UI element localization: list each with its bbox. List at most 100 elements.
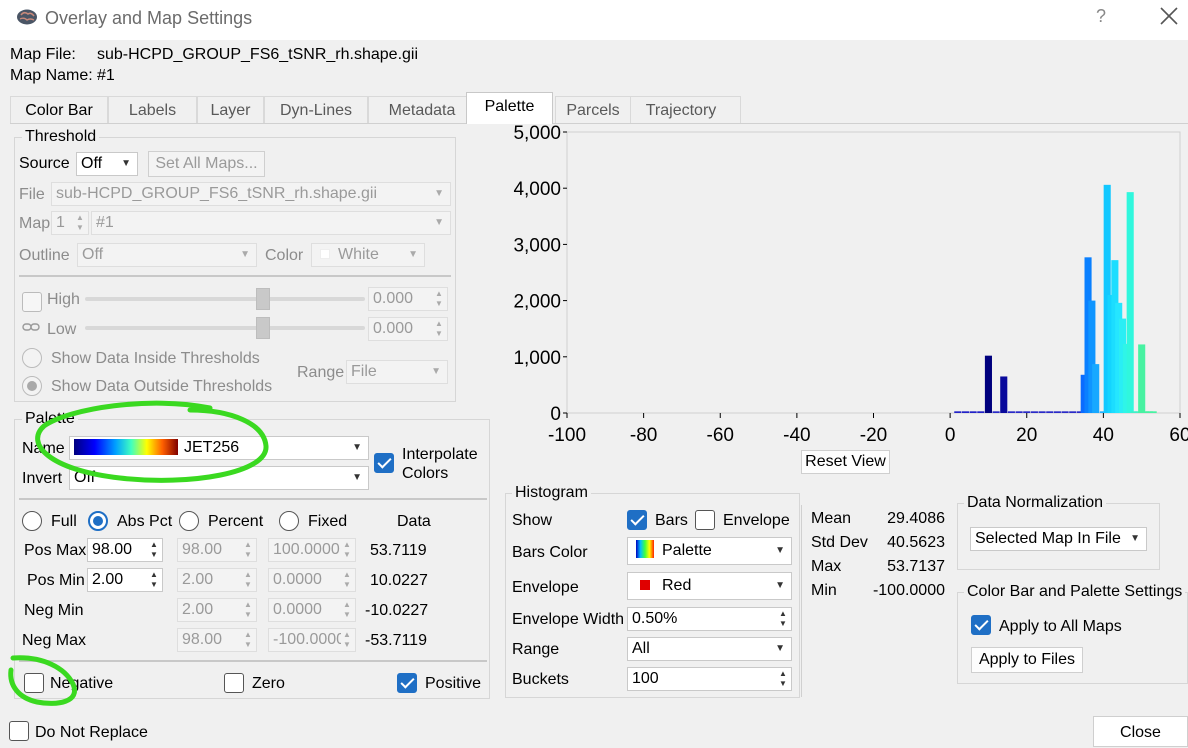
map-name-value: #1 (97, 67, 115, 84)
y-tick-label: 3,000 (513, 235, 561, 256)
tab-color-bar[interactable]: Color Bar (10, 96, 108, 124)
envelope-color-select[interactable]: Red ▼ (627, 572, 792, 600)
jet-colormap-swatch-icon (74, 439, 178, 455)
high-value-spinner[interactable]: 0.000 ▲ ▼ (368, 287, 448, 311)
map-file-label: Map File: (10, 46, 76, 63)
threshold-range-select[interactable]: File ▼ (346, 360, 448, 384)
map-select[interactable]: #1 ▼ (91, 211, 451, 235)
tab-trajectory[interactable]: Trajectory (621, 96, 741, 124)
histogram-bar (961, 411, 969, 413)
data-column-header: Data (397, 513, 431, 530)
palette-separator-top (19, 498, 487, 500)
pos-max-fixed-spinner[interactable]: 100.0000 ▲ ▼ (268, 538, 356, 562)
close-button[interactable]: Close (1093, 716, 1188, 747)
x-tick-label: -60 (707, 425, 734, 446)
histogram-title: Histogram (512, 484, 591, 502)
pos-max-pct-spinner[interactable]: 98.00 ▲ ▼ (177, 538, 257, 562)
positive-label: Positive (425, 675, 482, 692)
histogram-chart[interactable]: 5,000 4,000 3,000 2,000 1,000 0 -100 -80 -60 -40… (500, 124, 1188, 474)
help-button[interactable]: ? (1090, 6, 1112, 27)
show-inside-radio[interactable] (22, 348, 42, 368)
map-file-value: sub-HCPD_GROUP_FS6_tSNR_rh.shape.gii (97, 46, 419, 63)
y-axis: 5,000 4,000 3,000 2,000 1,000 0 (513, 124, 567, 425)
map-label: Map (19, 215, 51, 232)
mode-abs-pct-radio[interactable] (88, 511, 108, 531)
map-index-spinner[interactable]: 1 ▲ ▼ (51, 211, 89, 235)
histogram-bar (984, 355, 992, 413)
neg-min-fixed-spinner[interactable]: 0.0000 ▲ ▼ (268, 598, 356, 622)
mode-fixed-radio[interactable] (279, 511, 299, 531)
window-title: Overlay and Map Settings (45, 8, 253, 28)
tab-parcels[interactable]: Parcels (555, 96, 631, 124)
high-slider-handle[interactable] (256, 288, 270, 310)
envelope-checkbox[interactable] (695, 510, 715, 530)
low-value-spinner[interactable]: 0.000 ▲ ▼ (368, 317, 448, 341)
envelope-width-spinner[interactable]: 0.50% ▲ ▼ (627, 607, 792, 631)
source-label: Source (19, 155, 70, 172)
source-select[interactable]: Off ▼ (76, 152, 138, 176)
zero-checkbox[interactable] (224, 673, 244, 693)
bars-checkbox[interactable] (627, 510, 647, 530)
colorbar-settings-title: Color Bar and Palette Settings (964, 583, 1186, 601)
apply-all-maps-label: Apply to All Maps (999, 618, 1122, 635)
apply-all-maps-checkbox[interactable] (971, 615, 991, 635)
palette-name-label: Name (22, 440, 65, 457)
apply-to-files-button[interactable]: Apply to Files (971, 647, 1083, 673)
high-checkbox[interactable] (22, 292, 42, 312)
high-label: High (47, 291, 80, 308)
set-all-maps-button[interactable]: Set All Maps... (148, 151, 265, 177)
histogram-bar (1015, 411, 1023, 413)
y-tick-label: 4,000 (513, 179, 561, 200)
histogram-bar (954, 411, 962, 413)
envelope-label: Envelope (723, 512, 790, 529)
show-label: Show (512, 512, 553, 529)
neg-max-fixed-spinner[interactable]: -100.0000 ▲ ▼ (268, 628, 356, 652)
histogram-range-label: Range (512, 641, 560, 658)
threshold-color-select[interactable]: White ▼ (311, 243, 425, 267)
outline-select[interactable]: Off ▼ (77, 243, 257, 267)
pos-min-pct-spinner[interactable]: 2.00 ▲ ▼ (177, 568, 257, 592)
tab-palette[interactable]: Palette (466, 92, 553, 124)
palette-name-select[interactable]: JET256 ▼ (69, 436, 369, 460)
tab-metadata[interactable]: Metadata (368, 96, 476, 124)
threshold-file-select[interactable]: sub-HCPD_GROUP_FS6_tSNR_rh.shape.gii ▼ (51, 182, 451, 206)
y-tick-label: 5,000 (513, 124, 561, 144)
stat-mean-label: Mean (811, 510, 852, 527)
low-label: Low (47, 321, 77, 338)
link-icon[interactable] (22, 322, 40, 332)
stat-min-value: -100.0000 (872, 582, 945, 599)
buckets-spinner[interactable]: 100 ▲ ▼ (627, 667, 792, 691)
x-tick-label: 40 (1093, 425, 1114, 446)
pos-min-abs-spinner[interactable]: 2.00 ▲ ▼ (87, 568, 163, 592)
bars-label: Bars (655, 512, 688, 529)
mode-percent-radio[interactable] (179, 511, 199, 531)
neg-min-pct-spinner[interactable]: 2.00 ▲ ▼ (177, 598, 257, 622)
pos-min-fixed-spinner[interactable]: 0.0000 ▲ ▼ (268, 568, 356, 592)
palette-title: Palette (22, 410, 78, 428)
show-outside-radio[interactable] (22, 376, 42, 396)
data-normalization-select[interactable]: Selected Map In File ▼ (970, 527, 1147, 551)
high-slider-track[interactable] (85, 297, 365, 301)
mode-full-radio[interactable] (22, 511, 42, 531)
data-normalization-title: Data Normalization (964, 494, 1107, 512)
stat-max-label: Max (811, 558, 842, 575)
negative-checkbox[interactable] (24, 673, 44, 693)
do-not-replace-checkbox[interactable] (9, 721, 29, 741)
bars-color-select[interactable]: Palette ▼ (627, 537, 792, 565)
tab-layer[interactable]: Layer (197, 96, 264, 124)
reset-view-button[interactable]: Reset View (801, 450, 890, 474)
low-slider-handle[interactable] (256, 317, 270, 339)
invert-select[interactable]: Off ▼ (69, 466, 369, 490)
interpolate-colors-checkbox[interactable] (374, 453, 394, 473)
neg-max-pct-spinner[interactable]: 98.00 ▲ ▼ (177, 628, 257, 652)
histogram-range-select[interactable]: All ▼ (627, 637, 792, 661)
low-slider-track[interactable] (85, 326, 365, 330)
close-window-icon[interactable] (1158, 5, 1180, 27)
histogram-bar (1149, 411, 1157, 413)
tab-dyn-lines[interactable]: Dyn-Lines (264, 96, 368, 124)
tab-labels[interactable]: Labels (108, 96, 197, 124)
y-tick-label: 0 (550, 404, 561, 425)
positive-checkbox[interactable] (397, 673, 417, 693)
pos-max-abs-spinner[interactable]: 98.00 ▲ ▼ (87, 538, 163, 562)
stat-stddev-value: 40.5623 (887, 534, 945, 551)
